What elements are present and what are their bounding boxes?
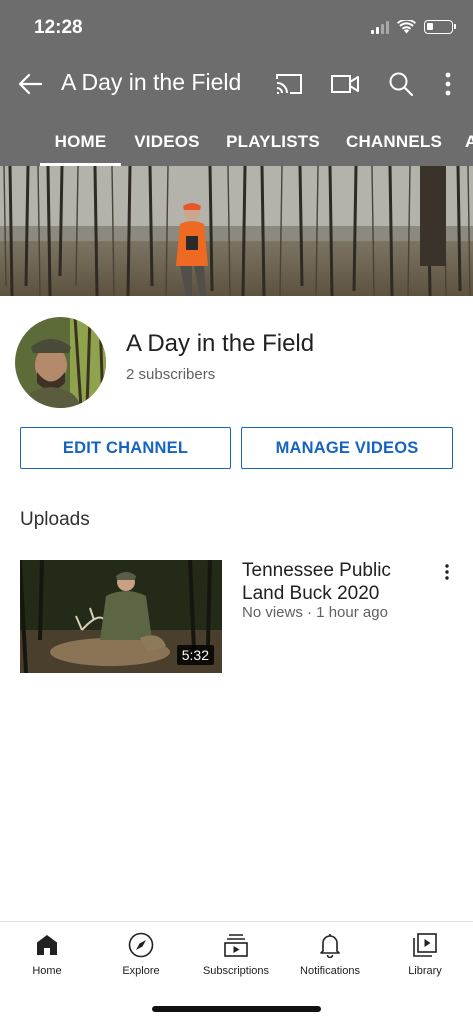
channel-banner xyxy=(0,166,473,296)
banner-image xyxy=(0,166,473,296)
home-indicator xyxy=(152,1006,321,1012)
cast-button[interactable] xyxy=(269,68,309,100)
subscriptions-icon xyxy=(224,934,248,957)
nav-label-subscriptions: Subscriptions xyxy=(202,965,270,977)
video-duration: 5:32 xyxy=(176,645,214,665)
nav-subscriptions[interactable]: Subscriptions xyxy=(189,930,283,977)
nav-label-library: Library xyxy=(408,965,442,977)
library-icon xyxy=(413,933,437,957)
uploads-heading: Uploads xyxy=(20,509,90,530)
video-title[interactable]: Tennessee Public Land Buck 2020 xyxy=(242,559,422,605)
more-options-button[interactable] xyxy=(437,68,459,100)
subscriber-count: 2 subscribers xyxy=(126,366,216,383)
nav-library[interactable]: Library xyxy=(378,930,472,977)
status-time: 12:28 xyxy=(34,17,83,38)
status-icons xyxy=(371,20,456,34)
status-bar: 12:28 xyxy=(0,0,473,58)
app-actions xyxy=(269,68,459,100)
edit-channel-button[interactable]: EDIT CHANNEL xyxy=(20,427,231,469)
nav-notifications[interactable]: Notifications xyxy=(283,930,377,977)
home-icon xyxy=(37,935,57,955)
channel-name: A Day in the Field xyxy=(126,330,315,357)
nav-label-explore: Explore xyxy=(122,965,160,977)
video-thumbnail[interactable]: 5:32 xyxy=(20,560,222,673)
cast-icon xyxy=(276,74,302,94)
cellular-signal-icon xyxy=(371,20,389,34)
search-button[interactable] xyxy=(381,68,421,100)
back-button[interactable] xyxy=(14,68,46,100)
video-meta: No views · 1 hour ago xyxy=(242,604,388,621)
manage-videos-button[interactable]: MANAGE VIDEOS xyxy=(241,427,453,469)
nav-label-notifications: Notifications xyxy=(300,965,360,977)
channel-avatar[interactable] xyxy=(15,317,106,408)
app-bar: A Day in the Field xyxy=(0,58,473,108)
compass-icon xyxy=(128,932,154,958)
nav-label-home: Home xyxy=(32,965,62,977)
app-title: A Day in the Field xyxy=(61,69,242,95)
tab-home[interactable]: HOME xyxy=(40,118,121,166)
battery-icon xyxy=(424,20,456,34)
video-more-button[interactable] xyxy=(436,561,458,583)
channel-tabs: HOME VIDEOS PLAYLISTS CHANNELS A xyxy=(0,118,473,166)
tab-about[interactable]: A xyxy=(465,118,473,166)
tab-playlists[interactable]: PLAYLISTS xyxy=(221,118,325,166)
avatar-image xyxy=(15,317,106,408)
bell-icon xyxy=(320,934,340,958)
tab-channels[interactable]: CHANNELS xyxy=(343,118,445,166)
video-camera-icon xyxy=(331,75,359,93)
header: 12:28 A Day in the Field HOME VIDEOS PLA… xyxy=(0,0,473,166)
nav-home[interactable]: Home xyxy=(0,930,94,977)
wifi-icon xyxy=(397,20,416,34)
nav-explore[interactable]: Explore xyxy=(94,930,188,977)
more-vert-icon xyxy=(445,564,449,580)
tab-videos[interactable]: VIDEOS xyxy=(131,118,203,166)
arrow-back-icon xyxy=(18,73,43,95)
upload-video-button[interactable] xyxy=(325,68,365,100)
search-icon xyxy=(389,72,414,97)
more-vert-icon xyxy=(445,72,451,96)
